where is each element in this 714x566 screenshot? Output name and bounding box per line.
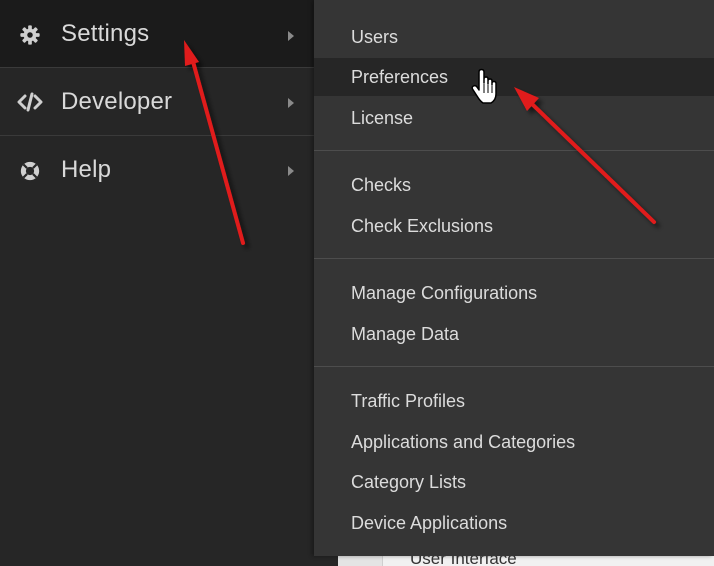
chevron-right-icon	[288, 98, 294, 108]
screen: User Interface Settings Developer Help U…	[0, 0, 714, 566]
menu-item-label: Traffic Profiles	[351, 391, 466, 411]
menu-item-label: Device Applications	[351, 513, 508, 533]
lifebuoy-icon	[16, 157, 44, 185]
sidebar-item-label: Settings	[61, 20, 150, 47]
menu-item-label: Check Exclusions	[351, 216, 494, 236]
menu-item-license[interactable]: License	[314, 99, 714, 137]
menu-item-users[interactable]: Users	[314, 18, 714, 56]
menu-item-traffic-profiles[interactable]: Traffic Profiles	[314, 382, 714, 420]
menu-item-label: Applications and Categories	[351, 432, 576, 452]
menu-item-preferences[interactable]: Preferences	[314, 58, 714, 96]
sidebar-item-help[interactable]: Help	[0, 136, 314, 204]
settings-submenu: Users Preferences License Checks Check E…	[314, 0, 714, 556]
sidebar: Settings Developer Help	[0, 0, 314, 566]
menu-item-check-exclusions[interactable]: Check Exclusions	[314, 207, 714, 245]
background-page: User Interface	[338, 556, 714, 566]
menu-divider	[314, 150, 714, 151]
menu-item-label: Manage Data	[351, 324, 460, 344]
menu-item-label: Category Lists	[351, 472, 467, 492]
menu-item-applications-and-categories[interactable]: Applications and Categories	[314, 423, 714, 461]
sidebar-item-developer[interactable]: Developer	[0, 68, 314, 136]
chevron-right-icon	[288, 166, 294, 176]
gear-icon	[16, 21, 44, 49]
menu-item-device-applications[interactable]: Device Applications	[314, 504, 714, 542]
menu-divider	[314, 366, 714, 367]
menu-item-manage-configurations[interactable]: Manage Configurations	[314, 274, 714, 312]
menu-item-label: Preferences	[351, 67, 449, 87]
menu-divider	[314, 258, 714, 259]
menu-item-category-lists[interactable]: Category Lists	[314, 463, 714, 501]
menu-item-manage-data[interactable]: Manage Data	[314, 315, 714, 353]
background-sidebar-strip	[338, 556, 383, 566]
menu-item-checks[interactable]: Checks	[314, 166, 714, 204]
menu-item-label: License	[351, 108, 414, 128]
hand-pointer-icon	[471, 68, 497, 104]
menu-item-label: Users	[351, 27, 399, 47]
sidebar-item-label: Developer	[61, 88, 173, 115]
chevron-right-icon	[288, 31, 294, 41]
sidebar-item-label: Help	[61, 156, 112, 183]
menu-item-label: Checks	[351, 175, 412, 195]
background-page-link[interactable]: User Interface	[410, 556, 517, 566]
sidebar-item-settings[interactable]: Settings	[0, 0, 314, 68]
menu-item-label: Manage Configurations	[351, 283, 538, 303]
code-icon	[16, 88, 44, 116]
